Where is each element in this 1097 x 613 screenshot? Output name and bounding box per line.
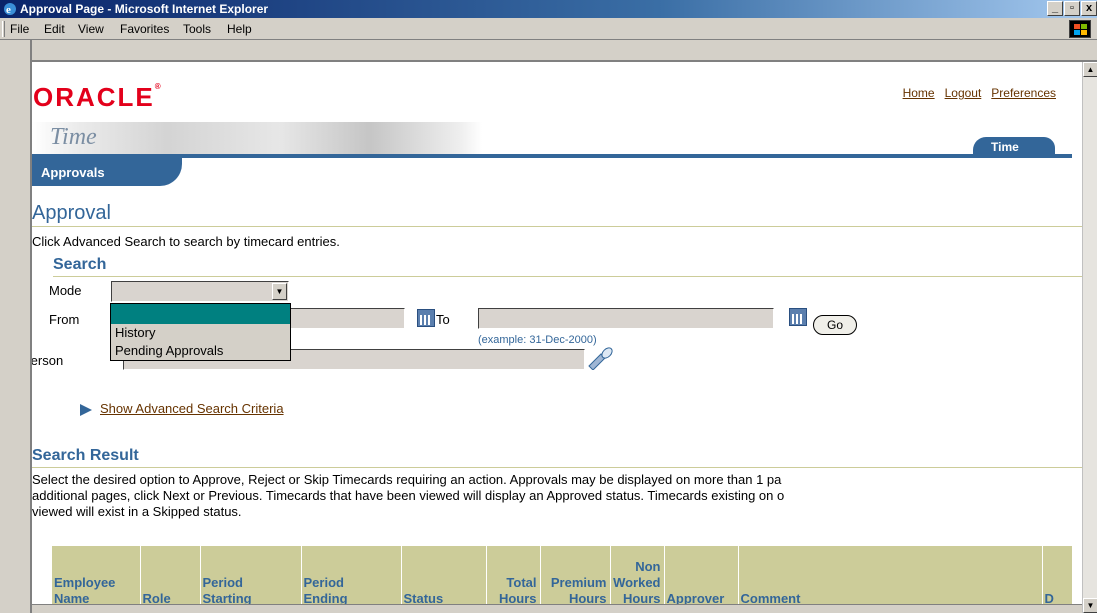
menu-tools[interactable]: Tools [183, 22, 211, 36]
column-role[interactable]: Role [140, 546, 201, 609]
column-truncated[interactable]: D [1042, 546, 1073, 609]
tab-bar-line [32, 154, 1072, 158]
mode-option-pending-approvals[interactable]: Pending Approvals [111, 342, 290, 360]
column-period-starting[interactable]: Period Starting [200, 546, 302, 609]
oracle-logo: ORACLE® [33, 82, 163, 112]
scroll-up-arrow-icon[interactable]: ▲ [1083, 62, 1097, 77]
toolbar-grip[interactable] [2, 21, 5, 37]
flashlight-search-icon[interactable] [587, 346, 615, 370]
search-result-description: Select the desired option to Approve, Re… [32, 472, 1082, 520]
page-instructions: Click Advanced Search to search by timec… [32, 234, 340, 249]
column-non-worked-hours[interactable]: Non Worked Hours [610, 546, 665, 609]
menu-view[interactable]: View [78, 22, 104, 36]
menu-file[interactable]: File [10, 22, 29, 36]
column-total-hours[interactable]: Total Hours [486, 546, 541, 609]
window-title-bar: e Approval Page - Microsoft Internet Exp… [0, 0, 1097, 18]
date-format-hint: (example: 31-Dec-2000) [478, 334, 597, 346]
tab-time-label: Time [991, 140, 1019, 154]
frame-left-edge [0, 40, 32, 613]
table-header-row: Employee Name Role Period Starting Period E… [52, 546, 1073, 609]
column-period-ending[interactable]: Period Ending [301, 546, 402, 609]
horizontal-scrollbar[interactable] [32, 604, 1082, 613]
result-divider [32, 467, 1082, 468]
results-table: Employee Name Role Period Starting Period E… [52, 546, 1073, 609]
subtab-approvals[interactable]: Approvals [32, 158, 182, 186]
mode-dropdown-list[interactable]: History Pending Approvals [110, 303, 291, 361]
to-label: To [436, 312, 450, 327]
search-heading: Search [53, 256, 107, 273]
preferences-link[interactable]: Preferences [991, 86, 1056, 100]
column-comment[interactable]: Comment [738, 546, 1043, 609]
global-links: Home Logout Preferences [893, 86, 1056, 100]
product-banner [32, 122, 482, 156]
windows-logo-icon [1069, 20, 1091, 38]
tab-time[interactable]: Time [972, 136, 1056, 156]
page-title: Approval [32, 202, 111, 224]
mode-select[interactable]: ▼ [111, 281, 289, 302]
close-button[interactable]: x [1081, 1, 1097, 16]
calendar-icon[interactable] [417, 309, 435, 327]
window-title: Approval Page - Microsoft Internet Explo… [20, 2, 269, 16]
mode-label: Mode [49, 283, 82, 298]
scroll-down-arrow-icon[interactable]: ▼ [1083, 598, 1097, 613]
home-link[interactable]: Home [903, 86, 935, 100]
title-divider [32, 226, 1082, 227]
menu-help[interactable]: Help [227, 22, 252, 36]
column-status[interactable]: Status [401, 546, 487, 609]
menu-edit[interactable]: Edit [44, 22, 65, 36]
column-employee-name[interactable]: Employee Name [52, 546, 141, 609]
to-date-input[interactable] [478, 308, 774, 329]
maximize-button[interactable]: ▫ [1064, 1, 1080, 16]
frame-top-edge [0, 40, 1097, 62]
mode-option-blank[interactable] [111, 304, 290, 324]
show-advanced-search-link[interactable]: Show Advanced Search Criteria [100, 401, 284, 416]
description-line: Select the desired option to Approve, Re… [32, 472, 782, 487]
from-label: From [49, 312, 80, 327]
person-label: Person [32, 353, 64, 368]
page-content: ORACLE® Time Home Logout Preferences Time … [32, 62, 1082, 613]
description-line: viewed will exist in a Skipped status. [32, 504, 242, 519]
column-premium-hours[interactable]: Premium Hours [540, 546, 611, 609]
search-result-heading: Search Result [32, 447, 139, 464]
window-controls: _ ▫ x [1046, 1, 1097, 17]
menu-bar: File Edit View Favorites Tools Help [0, 18, 1097, 40]
logout-link[interactable]: Logout [945, 86, 982, 100]
go-button[interactable]: Go [813, 315, 857, 335]
disclosure-arrow-icon[interactable] [80, 404, 92, 416]
column-approver[interactable]: Approver [664, 546, 739, 609]
calendar-icon[interactable] [789, 308, 807, 326]
menu-favorites[interactable]: Favorites [120, 22, 169, 36]
minimize-button[interactable]: _ [1047, 1, 1063, 16]
subtab-approvals-label: Approvals [41, 165, 105, 180]
search-divider [53, 276, 1082, 277]
product-name: Time [50, 124, 97, 150]
mode-option-history[interactable]: History [111, 324, 290, 342]
vertical-scrollbar[interactable]: ▲ ▼ [1082, 62, 1097, 613]
description-line: additional pages, click Next or Previous… [32, 488, 785, 503]
svg-text:e: e [6, 4, 11, 16]
chevron-down-icon[interactable]: ▼ [272, 283, 287, 300]
internet-explorer-icon: e [4, 3, 16, 16]
